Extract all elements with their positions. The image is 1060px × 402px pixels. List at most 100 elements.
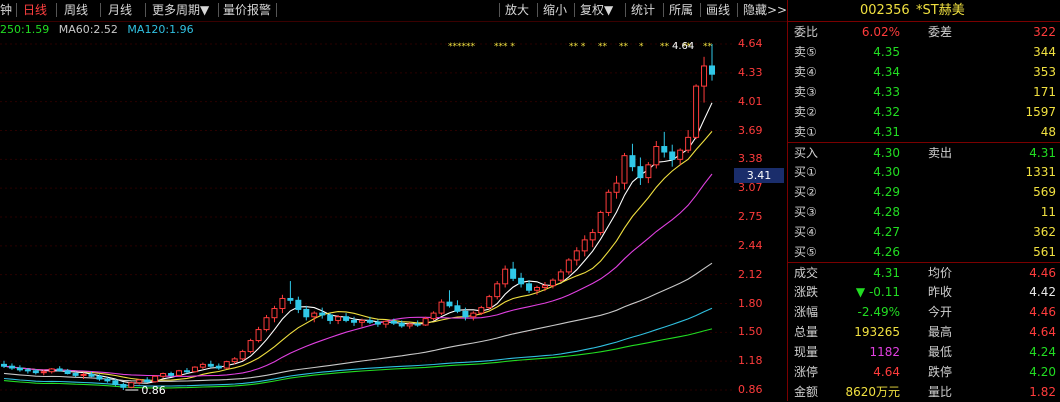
star-marker: ** * bbox=[569, 42, 586, 52]
candle-body bbox=[303, 308, 310, 318]
minute-period-tab[interactable]: 钟 bbox=[0, 2, 12, 18]
ask-row: 卖① 4.31 48 bbox=[788, 122, 1060, 142]
stat-label: 现量 bbox=[794, 345, 819, 359]
weibi-value: 6.02% bbox=[861, 25, 900, 39]
candle-body bbox=[613, 182, 620, 193]
kline-chart[interactable]: ****** *** * ** * ** ** * ** ** ** 4.64 0.86 bbox=[0, 22, 732, 401]
candle-body bbox=[526, 283, 533, 291]
stats-button[interactable]: 统计 bbox=[631, 2, 655, 18]
draw-line-button[interactable]: 画线 bbox=[706, 2, 730, 18]
stock-code[interactable]: 002356 bbox=[860, 0, 910, 21]
weibi-row: 委比 6.02% 委差 322 bbox=[788, 21, 1060, 42]
candles bbox=[1, 44, 715, 390]
stat-value: 4.46 bbox=[1029, 266, 1056, 280]
stat-value: ▼ -0.11 bbox=[855, 285, 900, 299]
candle-body bbox=[152, 375, 159, 383]
toolbar-divider bbox=[700, 3, 701, 17]
stat-value: 4.24 bbox=[1029, 345, 1056, 359]
stat-label: 量比 bbox=[928, 385, 953, 399]
candle-body bbox=[24, 369, 31, 372]
stat-value: 4.64 bbox=[873, 365, 900, 379]
candle-body bbox=[287, 297, 294, 301]
candle-body bbox=[32, 370, 39, 374]
candle-body bbox=[231, 358, 238, 363]
star-marker: *** * bbox=[494, 42, 515, 52]
candle-body bbox=[112, 380, 119, 386]
toolbar-divider bbox=[625, 3, 626, 17]
toolbar-divider bbox=[218, 3, 219, 17]
zoom-out-button[interactable]: 缩小 bbox=[543, 2, 567, 18]
candle-body bbox=[16, 367, 23, 371]
bid-price: 4.27 bbox=[873, 225, 900, 239]
bid-volume: 561 bbox=[1033, 245, 1056, 259]
candle-body bbox=[510, 268, 517, 279]
tab-weekly[interactable]: 周线 bbox=[64, 2, 88, 18]
hide-panel-button[interactable]: 隐藏>> bbox=[743, 2, 787, 18]
belong-button[interactable]: 所属 bbox=[669, 2, 693, 18]
candle-body bbox=[398, 322, 405, 327]
tab-daily[interactable]: 日线 bbox=[23, 2, 47, 18]
candle-body bbox=[581, 239, 588, 252]
candle-body bbox=[565, 259, 572, 273]
ask-volume: 344 bbox=[1033, 45, 1056, 59]
candle-body bbox=[462, 310, 469, 318]
stat-value: -2.49% bbox=[857, 305, 900, 319]
price-tick: 4.64 bbox=[738, 37, 763, 50]
stat-value: 4.42 bbox=[1029, 285, 1056, 299]
candle-body bbox=[335, 316, 342, 321]
stat-label: 最低 bbox=[928, 345, 953, 359]
bid-row: 买② 4.29 569 bbox=[788, 182, 1060, 202]
stat-row: 金额 8620万元 量比 1.82 bbox=[788, 382, 1060, 402]
stat-value: 4.20 bbox=[1029, 365, 1056, 379]
candle-body bbox=[709, 65, 715, 75]
candle-body bbox=[446, 301, 453, 307]
ask-price: 4.33 bbox=[873, 85, 900, 99]
toolbar-divider bbox=[145, 3, 146, 17]
quote-panel: 002356 *ST赫美 委比 6.02% 委差 322 卖⑤ 4.35 344 卖④… bbox=[787, 0, 1060, 401]
candle-body bbox=[279, 297, 286, 310]
ask-price: 4.35 bbox=[873, 45, 900, 59]
stat-value: 1182 bbox=[869, 345, 900, 359]
candle-body bbox=[136, 379, 143, 384]
candle-body bbox=[661, 146, 668, 153]
candle-body bbox=[311, 312, 318, 318]
price-tick: 3.07 bbox=[738, 181, 763, 195]
ask-row: 卖④ 4.34 353 bbox=[788, 62, 1060, 82]
stat-row: 总量 193265 最高 4.64 bbox=[788, 322, 1060, 342]
candle-body bbox=[168, 373, 175, 376]
candle-body bbox=[653, 146, 660, 166]
bid-row: 买⑤ 4.26 561 bbox=[788, 242, 1060, 262]
candle-body bbox=[358, 319, 365, 323]
buyin-label: 买入 bbox=[794, 146, 819, 160]
stat-label: 涨停 bbox=[794, 365, 819, 379]
zoom-in-button[interactable]: 放大 bbox=[505, 2, 529, 18]
bid-row: 买③ 4.28 11 bbox=[788, 202, 1060, 222]
price-tick: 3.69 bbox=[738, 123, 763, 137]
stock-name[interactable]: *ST赫美 bbox=[916, 0, 965, 21]
tab-monthly[interactable]: 月线 bbox=[108, 2, 132, 18]
candle-body bbox=[271, 308, 278, 319]
candle-body bbox=[502, 268, 509, 285]
candle-body bbox=[573, 250, 580, 261]
toolbar-divider bbox=[499, 3, 500, 17]
candle-body bbox=[191, 366, 198, 373]
price-alert-button[interactable]: 量价报警 bbox=[223, 2, 271, 18]
price-tick: 2.12 bbox=[738, 267, 763, 281]
stat-label: 涨跌 bbox=[794, 285, 819, 299]
candle-body bbox=[478, 307, 485, 314]
stat-label: 跌停 bbox=[928, 365, 953, 379]
weibi-label: 委比 bbox=[794, 25, 819, 39]
stat-label: 总量 bbox=[794, 325, 819, 339]
ask-price: 4.31 bbox=[873, 125, 900, 139]
candle-body bbox=[430, 312, 437, 320]
toolbar-divider bbox=[574, 3, 575, 17]
candle-body bbox=[48, 368, 55, 373]
toolbar-divider bbox=[663, 3, 664, 17]
star-marker: ** bbox=[703, 42, 713, 52]
adjust-dropdown[interactable]: 复权▼ bbox=[580, 2, 613, 18]
more-periods-dropdown[interactable]: 更多周期▼ bbox=[152, 2, 209, 18]
toolbar-divider bbox=[16, 3, 17, 17]
stat-row: 涨幅 -2.49% 今开 4.46 bbox=[788, 302, 1060, 322]
candle-body bbox=[422, 318, 429, 326]
ma5-line bbox=[3, 102, 713, 384]
